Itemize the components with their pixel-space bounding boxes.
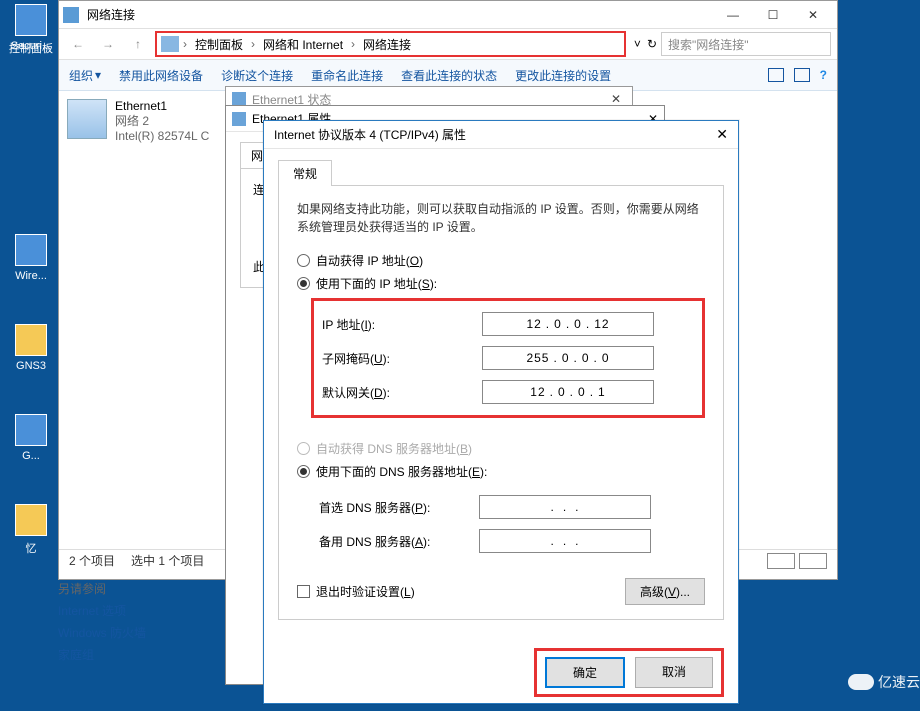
folder-icon[interactable]: [15, 324, 47, 356]
window-title: 网络连接: [87, 6, 713, 23]
subnet-mask-input[interactable]: 255.0.0.0: [482, 346, 654, 370]
refresh-icon[interactable]: ↻: [647, 37, 657, 51]
crumb[interactable]: 网络和 Internet: [259, 34, 347, 55]
toolbar-diagnose[interactable]: 诊断这个连接: [221, 67, 293, 84]
link-homegroup[interactable]: 家庭组: [58, 644, 146, 666]
ipv4-properties-dialog: Internet 协议版本 4 (TCP/IPv4) 属性 ✕ 常规 如果网络支…: [263, 120, 739, 704]
toolbar-viewstatus[interactable]: 查看此连接的状态: [401, 67, 497, 84]
back-button[interactable]: ←: [65, 32, 91, 56]
alt-dns-label: 备用 DNS 服务器(A):: [319, 533, 479, 550]
toolbar-rename[interactable]: 重命名此连接: [311, 67, 383, 84]
desktop-label[interactable]: 忆: [6, 540, 56, 556]
close-button[interactable]: ✕: [698, 126, 728, 143]
desktop-label[interactable]: G...: [6, 450, 56, 462]
toolbar-changeset[interactable]: 更改此连接的设置: [515, 67, 611, 84]
network-icon: [161, 36, 179, 52]
desktop-label[interactable]: Wire...: [6, 270, 56, 282]
pref-dns-label: 首选 DNS 服务器(P):: [319, 499, 479, 516]
radio-auto-ip[interactable]: [297, 254, 310, 267]
help-text: 如果网络支持此功能，则可以获取自动指派的 IP 设置。否则，你需要从网络系统管理…: [297, 200, 705, 236]
app-icon[interactable]: [15, 414, 47, 446]
status-selected: 选中 1 个项目: [131, 552, 204, 569]
crumb[interactable]: 控制面板: [191, 34, 247, 55]
ip-address-input[interactable]: 12.0.0.12: [482, 312, 654, 336]
desktop-label[interactable]: GNS3: [6, 360, 56, 372]
tab-general[interactable]: 常规: [278, 160, 332, 186]
nic-name: Ethernet1: [115, 99, 209, 114]
see-also-label: 另请参阅: [58, 578, 146, 600]
subnet-mask-label: 子网掩码(U):: [322, 350, 482, 367]
view-icon[interactable]: [768, 68, 784, 82]
close-button[interactable]: ✕: [793, 1, 833, 29]
view-large-icon[interactable]: [799, 553, 827, 569]
help-icon[interactable]: ?: [820, 68, 827, 82]
forward-button[interactable]: →: [95, 32, 121, 56]
adapter-icon: [232, 92, 246, 106]
dialog-title: Internet 协议版本 4 (TCP/IPv4) 属性: [274, 126, 698, 143]
ip-address-label: IP 地址(I):: [322, 316, 482, 333]
ok-button[interactable]: 确定: [545, 657, 625, 688]
up-button[interactable]: ↑: [125, 32, 151, 56]
close-button[interactable]: ✕: [606, 92, 626, 106]
minimize-button[interactable]: —: [713, 1, 753, 29]
view-details-icon[interactable]: [767, 553, 795, 569]
radio-use-ip-label: 使用下面的 IP 地址(S):: [316, 275, 437, 292]
nic-network: 网络 2: [115, 114, 209, 129]
app-icon[interactable]: [15, 234, 47, 266]
nic-device: Intel(R) 82574L C: [115, 129, 209, 144]
search-input[interactable]: 搜索"网络连接": [661, 32, 831, 56]
radio-use-dns-label: 使用下面的 DNS 服务器地址(E):: [316, 463, 487, 480]
gateway-label: 默认网关(D):: [322, 384, 482, 401]
adapter-icon: [232, 112, 246, 126]
radio-use-ip[interactable]: [297, 277, 310, 290]
preview-icon[interactable]: [794, 68, 810, 82]
cancel-button[interactable]: 取消: [635, 657, 713, 688]
status-items: 2 个项目: [69, 552, 115, 569]
radio-auto-ip-label: 自动获得 IP 地址(O): [316, 252, 423, 269]
desktop-label[interactable]: Securi...: [6, 40, 56, 52]
toolbar-disable[interactable]: 禁用此网络设备: [119, 67, 203, 84]
advanced-button[interactable]: 高级(V)...: [625, 578, 705, 605]
radio-use-dns[interactable]: [297, 465, 310, 478]
link-internet-options[interactable]: Internet 选项: [58, 600, 146, 622]
pref-dns-input[interactable]: ...: [479, 495, 651, 519]
maximize-button[interactable]: ☐: [753, 1, 793, 29]
alt-dns-input[interactable]: ...: [479, 529, 651, 553]
network-icon: [63, 7, 79, 23]
gateway-input[interactable]: 12.0.0.1: [482, 380, 654, 404]
folder-icon[interactable]: [15, 504, 47, 536]
cloud-icon: [848, 674, 874, 690]
radio-auto-dns-label: 自动获得 DNS 服务器地址(B): [316, 440, 472, 457]
breadcrumb[interactable]: › 控制面板 › 网络和 Internet › 网络连接: [155, 31, 626, 57]
radio-auto-dns: [297, 442, 310, 455]
validate-label: 退出时验证设置(L): [316, 583, 415, 600]
dropdown-icon[interactable]: ˅: [634, 37, 641, 51]
watermark: 亿速云: [848, 672, 920, 692]
shield-icon[interactable]: [15, 4, 47, 36]
validate-checkbox[interactable]: [297, 585, 310, 598]
crumb[interactable]: 网络连接: [359, 34, 415, 55]
link-firewall[interactable]: Windows 防火墙: [58, 622, 146, 644]
chevron-down-icon: ▾: [95, 68, 101, 82]
organize-menu[interactable]: 组织 ▾: [69, 67, 101, 84]
adapter-icon: [67, 99, 107, 139]
